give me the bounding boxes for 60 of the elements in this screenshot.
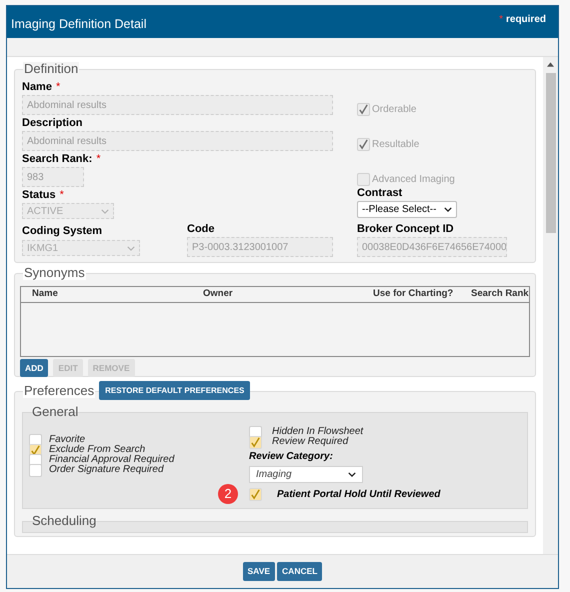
chevron-icon: [127, 246, 135, 250]
checkbox-label: Hidden In Flowsheet: [272, 427, 364, 437]
checkbox-label: Advanced Imaging: [372, 173, 455, 187]
field-label: Code: [187, 222, 214, 237]
required-marker: *: [96, 152, 101, 167]
input-field[interactable]: 983: [22, 167, 84, 187]
required-legend: required: [506, 12, 546, 27]
checkbox[interactable]: [29, 464, 42, 476]
action-button[interactable]: ADD: [20, 359, 48, 377]
footer-button[interactable]: SAVE: [242, 562, 276, 581]
chevron-icon: [444, 207, 452, 212]
restore-defaults-button[interactable]: RESTORE DEFAULT PREFERENCES: [99, 381, 250, 400]
section-title: Synonyms: [23, 266, 86, 280]
field-label: Coding System: [22, 224, 102, 239]
required-marker: *: [60, 188, 64, 203]
checkbox-label: Orderable: [372, 103, 416, 117]
input-field[interactable]: 00038E0D436F6E74656E74000: [357, 237, 507, 257]
column-header: Use for Charting?: [373, 287, 454, 302]
chevron-icon: [101, 208, 109, 214]
column-header: Search Rank: [471, 287, 529, 302]
field-label: Broker Concept ID: [357, 222, 454, 237]
field-label: Description: [22, 116, 83, 131]
field-label: Contrast: [357, 186, 402, 201]
select-field[interactable]: --Please Select--: [357, 201, 457, 218]
field-label: Search Rank:: [22, 152, 92, 167]
select-field[interactable]: IKMG1: [22, 240, 140, 256]
input-field[interactable]: P3-0003.3123001007: [187, 237, 333, 257]
checkbox-label: Exclude From Search: [49, 445, 146, 455]
dialog-title: Imaging Definition Detail: [11, 16, 146, 33]
checkbox-label: Resultable: [372, 138, 420, 152]
footer-button[interactable]: CANCEL: [277, 562, 322, 581]
section-title: Scheduling: [31, 514, 98, 528]
checkbox[interactable]: [357, 103, 370, 116]
checkbox-label: Review Required: [272, 437, 348, 447]
chevron-icon: [348, 472, 356, 477]
checkbox[interactable]: [249, 436, 262, 448]
checkbox-label: Patient Portal Hold Until Reviewed: [277, 488, 440, 502]
checkbox-label: Order Signature Required: [49, 465, 164, 475]
checkbox-label: Financial Approval Required: [49, 455, 174, 465]
column-header: Owner: [203, 287, 234, 302]
input-field[interactable]: Abdominal results: [22, 95, 333, 115]
input-field[interactable]: Abdominal results: [22, 131, 333, 151]
step-badge: 2: [218, 484, 238, 504]
section-title: Definition: [23, 62, 80, 76]
checkbox[interactable]: [249, 488, 262, 500]
checkbox[interactable]: [357, 138, 370, 151]
section-title: Preferences: [23, 384, 96, 398]
field-label: Review Category:: [249, 450, 334, 464]
required-marker: *: [56, 80, 60, 95]
checkbox-label: Favorite: [49, 435, 86, 445]
required-marker: *: [499, 13, 503, 27]
scroll-up-arrow-icon[interactable]: [547, 62, 554, 67]
select-field[interactable]: Imaging: [249, 466, 363, 483]
column-header: Name: [32, 287, 59, 302]
checkbox[interactable]: [357, 173, 370, 186]
scrollbar-thumb[interactable]: [546, 73, 556, 233]
section-title: General: [31, 405, 80, 419]
field-label: Status: [22, 188, 56, 203]
select-field[interactable]: ACTIVE: [22, 203, 114, 219]
field-label: Name: [22, 80, 52, 95]
